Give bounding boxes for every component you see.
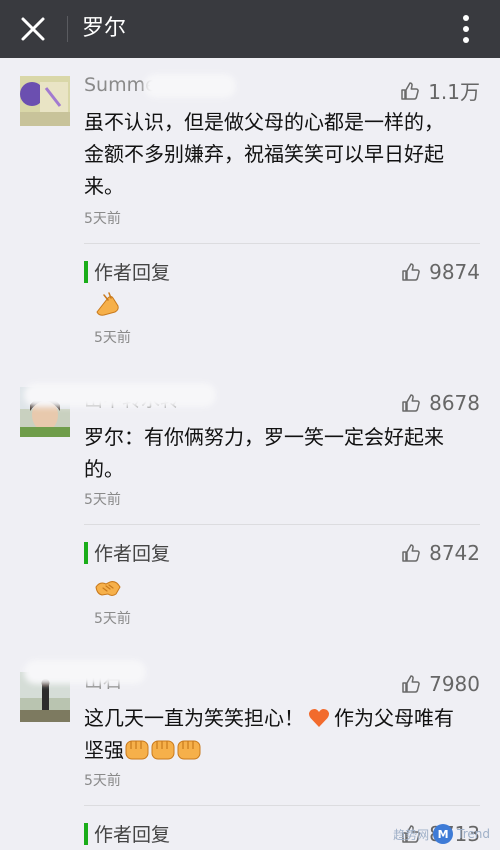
handshake-emoji: [94, 575, 122, 601]
comment-item: Summer 1.1万 虽不认识，但是做父母的心都是一样的，金额不多别嫌弃，祝福…: [0, 74, 500, 376]
avatar[interactable]: [20, 672, 70, 722]
like-count: 7980: [429, 672, 480, 696]
like-count: 8678: [429, 391, 480, 415]
watermark-badge: M: [433, 824, 454, 844]
thumbs-up-icon: [402, 675, 420, 693]
reply-time: 5天前: [94, 330, 131, 346]
more-vertical-icon: [463, 15, 469, 43]
comment-text-part: 这几天一直为笑笑担心！: [84, 706, 304, 730]
thumbs-up-icon: [401, 81, 419, 100]
like-count: 1.1万: [428, 80, 480, 104]
author-reply-label: 作者回复: [94, 824, 171, 846]
fist-emoji: [151, 740, 175, 760]
raised-hand-emoji: [94, 292, 122, 318]
comment-time: 5天前: [84, 773, 121, 789]
reply-time: 5天前: [94, 611, 131, 627]
header-separator: [67, 16, 68, 42]
avatar[interactable]: [20, 76, 70, 126]
reply-like-button[interactable]: 8742: [401, 541, 480, 565]
page-title: 罗尔: [82, 16, 127, 41]
close-button[interactable]: [18, 14, 48, 44]
divider: [84, 524, 480, 525]
name-redaction: [150, 80, 230, 92]
thumbs-up-icon: [402, 544, 420, 562]
name-redaction: [30, 666, 140, 678]
close-icon: [21, 17, 45, 41]
comment-item: 山石 7980 这几天一直为笑笑担心！ 作为父母唯有坚强 5天前 作者回复 871…: [0, 666, 500, 850]
thumbs-up-icon: [402, 263, 420, 281]
watermark: 趋势网 M Trend: [393, 824, 490, 844]
reply-accent-bar: [84, 261, 88, 283]
comment-text: 罗尔：有你俩努力，罗一笑一定会好起来的。: [84, 425, 444, 481]
like-button[interactable]: 1.1万: [400, 76, 480, 105]
author-reply-label: 作者回复: [94, 543, 171, 565]
name-redaction: [30, 389, 210, 401]
divider: [84, 243, 480, 244]
heart-emoji: [308, 709, 330, 727]
watermark-prefix: 趋势网: [393, 827, 430, 842]
comment-text: 虽不认识，但是做父母的心都是一样的，金额不多别嫌弃，祝福笑笑可以早日好起来。: [84, 110, 444, 198]
like-button[interactable]: 8678: [401, 391, 480, 415]
top-bar: 罗尔: [0, 0, 500, 58]
more-button[interactable]: [455, 12, 477, 46]
comment-time: 5天前: [84, 211, 121, 227]
reply-like-count: 8742: [429, 541, 480, 565]
author-reply-label: 作者回复: [94, 262, 171, 284]
fist-emoji: [177, 740, 201, 760]
fist-emoji: [125, 740, 149, 760]
like-button[interactable]: 7980: [401, 672, 480, 696]
comment-time: 5天前: [84, 492, 121, 508]
reply-like-count: 9874: [429, 260, 480, 284]
divider: [84, 805, 480, 806]
reply-accent-bar: [84, 823, 88, 845]
watermark-suffix: Trend: [457, 827, 490, 841]
reply-accent-bar: [84, 542, 88, 564]
fist-emoji-group: [124, 737, 202, 770]
comment-item: 山不转水转 8678 罗尔：有你俩努力，罗一笑一定会好起来的。 5天前 作者回复…: [0, 387, 500, 667]
comment-text: 这几天一直为笑笑担心！ 作为父母唯有坚强: [84, 702, 454, 770]
reply-like-button[interactable]: 9874: [401, 260, 480, 284]
thumbs-up-icon: [402, 394, 420, 412]
